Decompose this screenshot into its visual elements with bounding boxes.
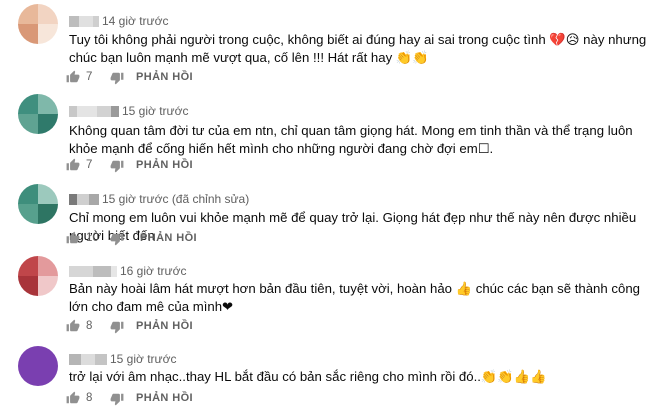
- avatar[interactable]: [18, 256, 58, 296]
- reply-button[interactable]: PHẢN HỒI: [136, 392, 193, 404]
- avatar[interactable]: [18, 94, 58, 134]
- thumbs-down-icon[interactable]: [110, 320, 124, 337]
- comment-meta: 16 giờ trước: [69, 264, 186, 278]
- thumbs-down-icon[interactable]: [110, 232, 124, 249]
- thumbs-up-icon[interactable]: [66, 70, 80, 87]
- author-name-blurred[interactable]: [69, 354, 107, 366]
- avatar[interactable]: [18, 346, 58, 386]
- comment-meta: 14 giờ trước: [69, 14, 168, 28]
- comment-text: trở lại với âm nhạc..thay HL bắt đầu có …: [69, 369, 547, 384]
- comment-text: Bản này hoài lâm hát mượt hơn bản đầu ti…: [69, 281, 640, 314]
- thumbs-up-icon[interactable]: [66, 231, 80, 248]
- thumbs-down-icon[interactable]: [110, 159, 124, 176]
- comment-text: Tuy tôi không phải người trong cuộc, khô…: [69, 32, 647, 65]
- reply-button[interactable]: PHẢN HỒI: [136, 320, 193, 332]
- thumbs-down-icon[interactable]: [110, 392, 124, 409]
- comment-timestamp[interactable]: 14 giờ trước: [102, 14, 168, 28]
- author-name-blurred[interactable]: [69, 16, 99, 28]
- edited-label: (đã chỉnh sửa): [171, 192, 250, 206]
- comment-meta: 15 giờ trước: [69, 352, 176, 366]
- like-count: 8: [86, 392, 93, 404]
- comment-meta: 15 giờ trước: [69, 104, 188, 118]
- reply-button[interactable]: PHẢN HỒI: [136, 159, 193, 171]
- reply-button[interactable]: PHẢN HỒI: [140, 232, 197, 244]
- thumbs-down-icon[interactable]: [110, 71, 124, 88]
- author-name-blurred[interactable]: [69, 194, 99, 206]
- comment-timestamp[interactable]: 15 giờ trước: [102, 192, 168, 206]
- like-count: 7: [86, 71, 93, 83]
- comment-meta: 15 giờ trước (đã chỉnh sửa): [69, 192, 249, 206]
- avatar[interactable]: [18, 4, 58, 44]
- author-name-blurred[interactable]: [69, 106, 119, 118]
- comment-text: Không quan tâm đời tư của em ntn, chỉ qu…: [69, 123, 633, 156]
- comment-timestamp[interactable]: 16 giờ trước: [120, 264, 186, 278]
- thumbs-up-icon[interactable]: [66, 158, 80, 175]
- comment-timestamp[interactable]: 15 giờ trước: [122, 104, 188, 118]
- avatar[interactable]: [18, 184, 58, 224]
- author-name-blurred[interactable]: [69, 266, 117, 278]
- like-count: 8: [86, 320, 93, 332]
- like-count: 7: [86, 159, 93, 171]
- like-count: 10: [86, 232, 99, 244]
- thumbs-up-icon[interactable]: [66, 319, 80, 336]
- reply-button[interactable]: PHẢN HỒI: [136, 71, 193, 83]
- thumbs-up-icon[interactable]: [66, 391, 80, 408]
- comment-timestamp[interactable]: 15 giờ trước: [110, 352, 176, 366]
